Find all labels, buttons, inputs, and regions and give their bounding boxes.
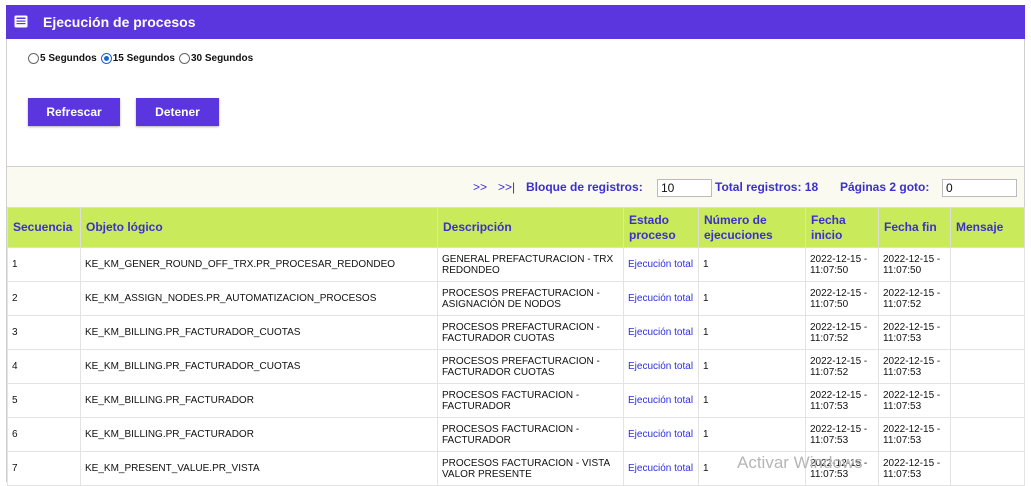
block-size-input[interactable] (657, 179, 712, 197)
cell-secuencia: 7 (7, 451, 81, 486)
col-fecha-fin[interactable]: Fecha fin (878, 207, 951, 248)
cell-fecha-inicio: 2022-12-15 - 11:07:52 (805, 315, 879, 350)
table-row: 4 KE_KM_BILLING.PR_FACTURADOR_CUOTAS PRO… (7, 349, 1025, 384)
cell-fecha-fin: 2022-12-15 - 11:07:53 (878, 315, 951, 350)
cell-fecha-fin: 2022-12-15 - 11:07:53 (878, 417, 951, 452)
cell-fecha-inicio: 2022-12-15 - 11:07:50 (805, 247, 879, 282)
radio-circle[interactable] (28, 53, 39, 64)
col-mensaje[interactable]: Mensaje (950, 207, 1025, 248)
process-table: Secuencia Objeto lógico Descripción Esta… (7, 207, 1025, 486)
cell-mensaje (950, 451, 1025, 486)
radio-30-segundos[interactable]: 30 Segundos (178, 53, 254, 64)
block-size-label: Bloque de registros: (526, 180, 643, 194)
cell-fecha-inicio: 2022-12-15 - 11:07:52 (805, 349, 879, 384)
pagination-bar: >> >>| Bloque de registros: Total regist… (7, 167, 1024, 207)
cell-descripcion: PROCESOS PREFACTURACION - ASIGNACIÓN DE … (437, 281, 624, 316)
cell-fecha-inicio: 2022-12-15 - 11:07:53 (805, 417, 879, 452)
cell-estado-link[interactable]: Ejecución total (623, 281, 699, 316)
table-row: 7 KE_KM_PRESENT_VALUE.PR_VISTA PROCESOS … (7, 451, 1025, 486)
cell-ejecuciones: 1 (698, 281, 806, 316)
cell-mensaje (950, 383, 1025, 418)
cell-estado-link[interactable]: Ejecución total (623, 417, 699, 452)
cell-fecha-inicio: 2022-12-15 - 11:07:53 (805, 383, 879, 418)
cell-estado-link[interactable]: Ejecución total (623, 247, 699, 282)
col-estado-proceso[interactable]: Estado proceso (623, 207, 699, 248)
cell-objeto: KE_KM_BILLING.PR_FACTURADOR (80, 417, 438, 452)
cell-objeto: KE_KM_ASSIGN_NODES.PR_AUTOMATIZACION_PRO… (80, 281, 438, 316)
cell-secuencia: 5 (7, 383, 81, 418)
table-header-row: Secuencia Objeto lógico Descripción Esta… (7, 207, 1025, 248)
cell-descripcion: PROCESOS PREFACTURACION - FACTURADOR CUO… (437, 349, 624, 384)
radio-circle-selected[interactable] (100, 53, 112, 64)
radio-5-segundos[interactable]: 5 Segundos (28, 53, 97, 64)
col-fecha-inicio[interactable]: Fecha inicio (805, 207, 879, 248)
panel-header: Ejecución de procesos (6, 5, 1025, 39)
col-numero-ejecuciones[interactable]: Número de ejecuciones (698, 207, 806, 248)
cell-secuencia: 4 (7, 349, 81, 384)
cell-secuencia: 2 (7, 281, 81, 316)
cell-estado-link[interactable]: Ejecución total (623, 451, 699, 486)
cell-descripcion: PROCESOS FACTURACION - FACTURADOR (437, 383, 624, 418)
cell-descripcion: PROCESOS FACTURACION - FACTURADOR (437, 417, 624, 452)
refresh-button[interactable]: Refrescar (28, 98, 120, 126)
cell-ejecuciones: 1 (698, 315, 806, 350)
list-window-icon (14, 15, 28, 28)
radio-label: 15 Segundos (112, 53, 175, 64)
col-descripcion[interactable]: Descripción (437, 207, 624, 248)
cell-mensaje (950, 247, 1025, 282)
cell-fecha-fin: 2022-12-15 - 11:07:52 (878, 281, 951, 316)
cell-mensaje (950, 417, 1025, 452)
radio-circle[interactable] (178, 53, 190, 64)
radio-15-segundos[interactable]: 15 Segundos (100, 53, 175, 64)
col-secuencia[interactable]: Secuencia (7, 207, 81, 248)
next-page-link[interactable]: >> (473, 180, 487, 194)
cell-fecha-fin: 2022-12-15 - 11:07:50 (878, 247, 951, 282)
cell-estado-link[interactable]: Ejecución total (623, 383, 699, 418)
refresh-interval-group: 5 Segundos 15 Segundos 30 Segundos (28, 53, 257, 64)
cell-objeto: KE_KM_PRESENT_VALUE.PR_VISTA (80, 451, 438, 486)
cell-fecha-fin: 2022-12-15 - 11:07:53 (878, 451, 951, 486)
cell-ejecuciones: 1 (698, 383, 806, 418)
cell-mensaje (950, 281, 1025, 316)
cell-descripcion: GENERAL PREFACTURACION - TRX REDONDEO (437, 247, 624, 282)
cell-objeto: KE_KM_GENER_ROUND_OFF_TRX.PR_PROCESAR_RE… (80, 247, 438, 282)
stop-button[interactable]: Detener (136, 98, 219, 126)
cell-objeto: KE_KM_BILLING.PR_FACTURADOR_CUOTAS (80, 315, 438, 350)
cell-secuencia: 6 (7, 417, 81, 452)
cell-estado-link[interactable]: Ejecución total (623, 315, 699, 350)
cell-objeto: KE_KM_BILLING.PR_FACTURADOR_CUOTAS (80, 349, 438, 384)
cell-fecha-fin: 2022-12-15 - 11:07:53 (878, 383, 951, 418)
cell-fecha-fin: 2022-12-15 - 11:07:53 (878, 349, 951, 384)
table-row: 3 KE_KM_BILLING.PR_FACTURADOR_CUOTAS PRO… (7, 315, 1025, 350)
goto-page-input[interactable] (942, 179, 1017, 197)
table-row: 6 KE_KM_BILLING.PR_FACTURADOR PROCESOS F… (7, 417, 1025, 452)
last-page-link[interactable]: >>| (498, 180, 515, 194)
cell-mensaje (950, 349, 1025, 384)
total-records-label: Total registros: 18 (715, 180, 819, 194)
cell-secuencia: 3 (7, 315, 81, 350)
col-objeto-logico[interactable]: Objeto lógico (80, 207, 438, 248)
cell-secuencia: 1 (7, 247, 81, 282)
cell-objeto: KE_KM_BILLING.PR_FACTURADOR (80, 383, 438, 418)
table-row: 2 KE_KM_ASSIGN_NODES.PR_AUTOMATIZACION_P… (7, 281, 1025, 316)
cell-descripcion: PROCESOS FACTURACION - VISTA VALOR PRESE… (437, 451, 624, 486)
radio-label: 5 Segundos (40, 53, 97, 64)
cell-ejecuciones: 1 (698, 349, 806, 384)
table-row: 5 KE_KM_BILLING.PR_FACTURADOR PROCESOS F… (7, 383, 1025, 418)
table-row: 1 KE_KM_GENER_ROUND_OFF_TRX.PR_PROCESAR_… (7, 247, 1025, 282)
cell-ejecuciones: 1 (698, 417, 806, 452)
cell-ejecuciones: 1 (698, 247, 806, 282)
cell-estado-link[interactable]: Ejecución total (623, 349, 699, 384)
radio-label: 30 Segundos (190, 53, 254, 64)
cell-fecha-inicio: 2022-12-15 - 11:07:50 (805, 281, 879, 316)
windows-activation-watermark: Activar Windows (737, 453, 863, 472)
pages-goto-label: Páginas 2 goto: (840, 180, 930, 194)
page-title: Ejecución de procesos (43, 14, 196, 30)
cell-descripcion: PROCESOS PREFACTURACION - FACTURADOR CUO… (437, 315, 624, 350)
cell-mensaje (950, 315, 1025, 350)
